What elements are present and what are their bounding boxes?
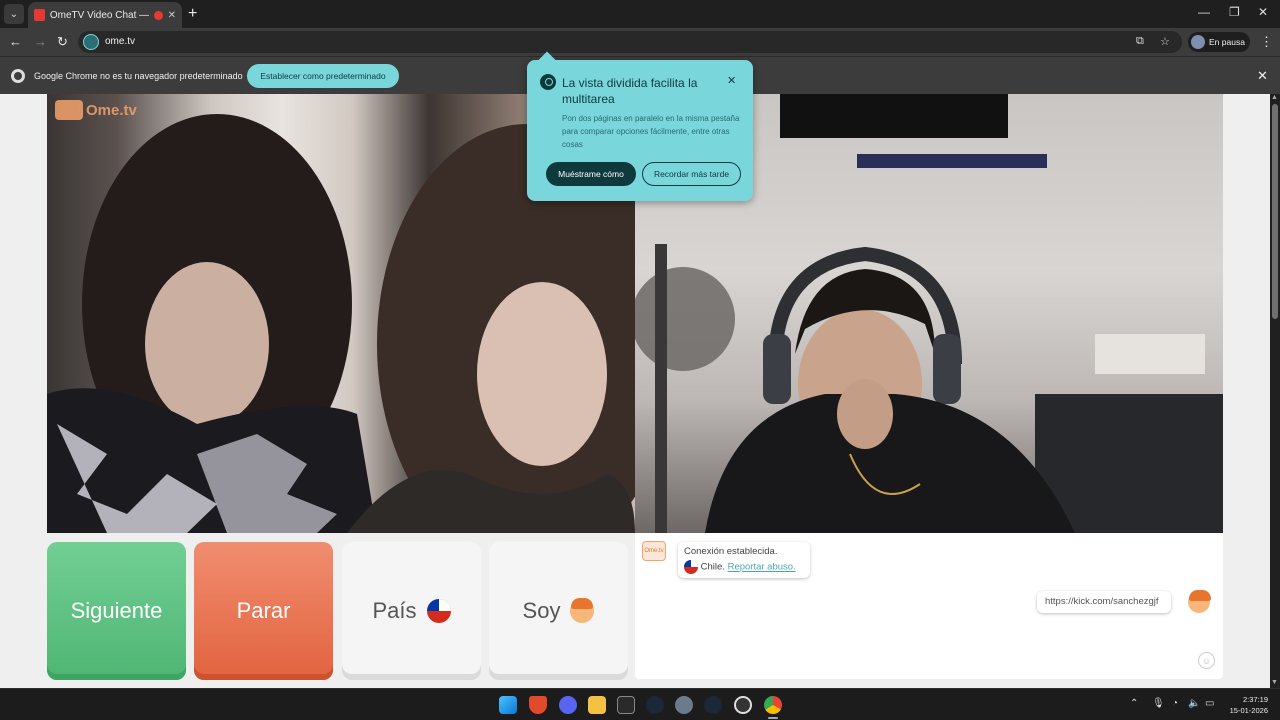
close-window-icon[interactable]: ✕ xyxy=(1258,5,1268,19)
sender-avatar-icon xyxy=(1188,590,1211,613)
cast-icon[interactable]: ⧉ xyxy=(1136,35,1144,48)
wifi-icon[interactable]: ◔ xyxy=(1172,698,1178,709)
stop-button-label: Parar xyxy=(236,598,291,623)
tab-search-icon[interactable]: ⌄ xyxy=(4,4,24,24)
discord-icon[interactable] xyxy=(559,696,577,714)
set-default-button[interactable]: Establecer como predeterminado xyxy=(247,64,399,88)
address-bar[interactable]: ome.tv ⧉ ☆ xyxy=(78,31,1182,53)
profile-status: En pausa xyxy=(1209,37,1245,47)
remind-later-button[interactable]: Recordar más tarde xyxy=(642,162,741,186)
browser-toolbar: ← → ↻ ome.tv ⧉ ☆ En pausa ⋮ xyxy=(0,28,1280,56)
clock-time: 2:37:19 xyxy=(1242,695,1268,704)
split-view-icon xyxy=(540,74,556,90)
tab-title: OmeTV Video Chat — Ome xyxy=(49,9,150,21)
popup-body: Pon dos páginas en paralelo en la misma … xyxy=(562,114,740,149)
tab-strip: ⌄ OmeTV Video Chat — Ome ✕ + — ❐ ✕ xyxy=(0,0,1280,28)
active-app-indicator xyxy=(768,717,778,719)
gender-button[interactable]: Soy xyxy=(489,542,628,680)
microphone-icon[interactable]: 🎙 xyxy=(1152,698,1165,709)
epic-games-icon[interactable] xyxy=(617,696,635,714)
popup-title: La vista dividida facilita la multitarea xyxy=(562,76,698,106)
partner-country-line: Chile. Reportar abuso. xyxy=(684,560,804,574)
chrome-taskbar-icon[interactable] xyxy=(764,696,782,714)
brand-name: Ome.tv xyxy=(86,101,137,119)
chat-panel: Ome.tv Conexión establecida. Chile. Repo… xyxy=(635,533,1223,679)
avatar xyxy=(1191,35,1205,49)
windows-start-icon[interactable] xyxy=(499,696,517,714)
country-button[interactable]: País xyxy=(342,542,481,680)
scroll-up-icon[interactable]: ▲ xyxy=(1271,94,1278,101)
url-text: ome.tv xyxy=(105,36,136,47)
clock-date: 15-01-2026 xyxy=(1229,706,1268,715)
close-popup-icon[interactable]: ✕ xyxy=(727,74,736,87)
profile-button[interactable]: En pausa xyxy=(1188,32,1250,52)
gender-button-label: Soy xyxy=(522,598,561,623)
recording-indicator-icon xyxy=(154,10,163,20)
battery-icon[interactable]: ▭ xyxy=(1205,698,1214,709)
connection-status: Conexión establecida. xyxy=(684,546,778,557)
volume-icon[interactable]: 🔈 xyxy=(1188,698,1200,709)
system-message: Conexión establecida. Chile. Reportar ab… xyxy=(678,542,810,578)
scroll-down-icon[interactable]: ▼ xyxy=(1271,679,1278,686)
reload-icon[interactable]: ↻ xyxy=(57,34,68,50)
new-tab-icon[interactable]: + xyxy=(188,5,197,23)
menu-kebab-icon[interactable]: ⋮ xyxy=(1260,34,1273,50)
tab-ometv[interactable]: OmeTV Video Chat — Ome ✕ xyxy=(28,2,182,28)
emoji-icon[interactable]: ☺ xyxy=(1198,652,1215,669)
restore-icon[interactable]: ❐ xyxy=(1229,5,1240,19)
settings-gear-icon[interactable] xyxy=(675,696,693,714)
ometv-favicon-icon xyxy=(34,9,45,21)
ometv-logo-icon xyxy=(55,100,83,120)
ometv-chat-logo-icon: Ome.tv xyxy=(642,541,666,561)
chile-flag-icon xyxy=(684,560,698,574)
show-hidden-icons-icon[interactable]: ⌃ xyxy=(1130,698,1138,709)
scrollbar[interactable]: ▲ ▼ xyxy=(1270,94,1280,688)
chat-message: https://kick.com/sanchezgjf xyxy=(1037,591,1171,613)
windows-taskbar: ⌃ 🎙 ◔ 🔈 ▭ 2:37:19 15-01-2026 xyxy=(0,688,1280,720)
report-abuse-link[interactable]: Reportar abuso. xyxy=(728,562,796,573)
steam-icon[interactable] xyxy=(646,696,664,714)
close-infobar-icon[interactable]: ✕ xyxy=(1257,68,1268,84)
obs-icon[interactable] xyxy=(734,696,752,714)
chile-flag-icon xyxy=(426,599,451,623)
file-explorer-icon[interactable] xyxy=(588,696,606,714)
close-tab-icon[interactable]: ✕ xyxy=(168,10,176,21)
country-button-label: País xyxy=(372,598,417,623)
site-info-icon[interactable] xyxy=(83,34,99,50)
boy-face-icon xyxy=(570,598,595,623)
bookmark-star-icon[interactable]: ☆ xyxy=(1160,35,1170,48)
show-me-how-button[interactable]: Muéstrame cómo xyxy=(546,162,636,186)
ometv-watermark: Ome.tv xyxy=(55,100,137,120)
stop-button[interactable]: Parar xyxy=(194,542,333,680)
next-button-label: Siguiente xyxy=(70,598,163,623)
forward-icon[interactable]: → xyxy=(34,34,47,49)
page-content: Ome.tv Siguiente Parar País Soy Ome.tv C… xyxy=(0,60,1270,688)
partner-country: Chile. xyxy=(700,561,725,573)
back-icon[interactable]: ← xyxy=(9,34,22,49)
steam-icon-2[interactable] xyxy=(704,696,722,714)
system-clock[interactable]: 2:37:19 15-01-2026 xyxy=(1224,694,1268,716)
infobar-message: Google Chrome no es tu navegador predete… xyxy=(34,71,243,81)
brave-icon[interactable] xyxy=(529,696,547,714)
chrome-icon xyxy=(11,69,25,83)
next-button[interactable]: Siguiente xyxy=(47,542,186,680)
minimize-icon[interactable]: — xyxy=(1198,5,1210,19)
split-view-popup: La vista dividida facilita la multitarea… xyxy=(527,60,753,201)
scrollbar-thumb[interactable] xyxy=(1272,104,1278,319)
